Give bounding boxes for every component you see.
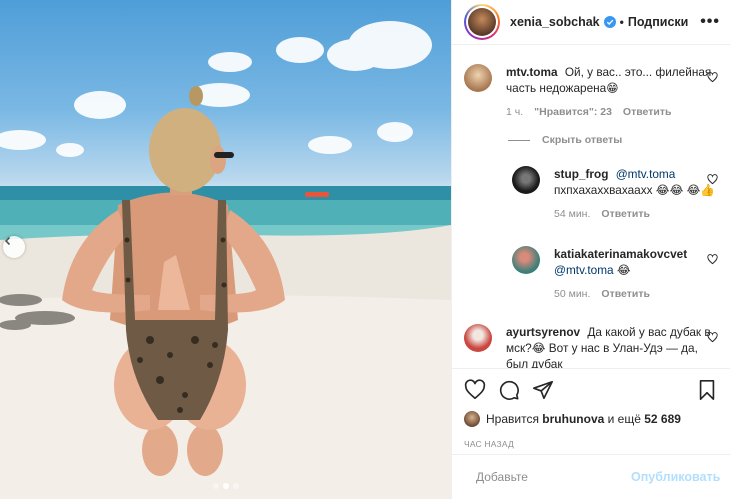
comment-input[interactable]	[476, 470, 631, 484]
hide-replies-label: Скрыть ответы	[542, 134, 623, 146]
following-button[interactable]: Подписки	[628, 15, 689, 29]
likes-prefix: Нравится	[486, 412, 539, 426]
comment-reply-button[interactable]: Ответить	[623, 104, 672, 120]
reply-meta: 50 мин. Ответить	[554, 286, 722, 302]
reply-avatar[interactable]	[512, 246, 540, 274]
likes-count[interactable]: 52 689	[644, 412, 681, 426]
bookmark-icon[interactable]	[696, 379, 718, 401]
likes-middle: и ещё	[607, 412, 641, 426]
reply-text: пхпхахаххвахааxx 😂😂 😂👍	[554, 183, 716, 197]
hide-replies-button[interactable]: Скрыть ответы	[508, 134, 622, 146]
reply-reply-button[interactable]: Ответить	[601, 286, 650, 302]
comment-item: ayurtsyrenov Да какой у вас дубак в мск?…	[464, 324, 722, 368]
carousel-dot	[232, 483, 239, 489]
chevron-left-icon	[4, 236, 11, 246]
boat	[305, 192, 329, 197]
post-time-ago[interactable]: ЧАС НАЗАД	[452, 427, 730, 449]
reply-avatar[interactable]	[512, 166, 540, 194]
comment-bubble-icon[interactable]	[498, 379, 520, 401]
reply-mention[interactable]: @mtv.toma	[554, 263, 614, 277]
reply-item: katiakaterinamakovcvet @mtv.toma 😂 50 ми…	[512, 246, 722, 302]
carousel-dot	[212, 483, 219, 489]
reply-username[interactable]: stup_frog	[554, 167, 608, 181]
add-comment-bar: Опубликовать	[452, 454, 730, 499]
comment-username[interactable]: mtv.toma	[506, 65, 558, 79]
reply-mention[interactable]: @mtv.toma	[616, 167, 676, 181]
beach-photo-illustration	[0, 21, 451, 499]
comment-item: mtv.toma Ой, у вас.. это... филейная час…	[464, 64, 722, 120]
author-username[interactable]: xenia_sobchak	[510, 15, 600, 29]
share-paper-plane-icon[interactable]	[532, 379, 554, 401]
likes-summary: Нравится bruhunova и ещё 52 689	[452, 411, 730, 427]
comment-avatar[interactable]	[464, 324, 492, 352]
publish-button[interactable]: Опубликовать	[631, 470, 720, 484]
post-header: xenia_sobchak • Подписки •••	[452, 0, 730, 45]
liker-username[interactable]: bruhunova	[542, 412, 604, 426]
comments-list[interactable]: mtv.toma Ой, у вас.. это... филейная час…	[452, 46, 730, 368]
post-photo[interactable]	[0, 0, 451, 499]
like-heart-icon[interactable]	[464, 379, 486, 401]
more-options-button[interactable]: •••	[700, 13, 720, 31]
action-bar	[452, 369, 730, 411]
reply-item: stup_frog @mtv.toma пхпхахаххвахааxx 😂😂 …	[512, 166, 722, 222]
comment-time[interactable]: 1 ч.	[506, 104, 523, 120]
comment-like-heart-icon[interactable]	[707, 332, 718, 343]
reply-username[interactable]: katiakaterinamakovcvet	[554, 247, 687, 261]
reply-like-heart-icon[interactable]	[707, 174, 718, 185]
comment-avatar[interactable]	[464, 64, 492, 92]
comment-likes[interactable]: "Нравится": 23	[534, 104, 612, 120]
header-separator: •	[619, 15, 624, 29]
author-avatar[interactable]	[464, 4, 500, 40]
reply-meta: 54 мин. Ответить	[554, 206, 722, 222]
post-side-panel: xenia_sobchak • Подписки ••• mtv.toma Ой…	[451, 0, 730, 499]
reply-reply-button[interactable]: Ответить	[601, 206, 650, 222]
post-actions-area: Нравится bruhunova и ещё 52 689 ЧАС НАЗА…	[452, 368, 730, 449]
previous-photo-button[interactable]	[3, 236, 25, 258]
carousel-indicator	[0, 483, 451, 489]
comment-meta: 1 ч. "Нравится": 23 Ответить	[506, 104, 722, 120]
carousel-dot-active	[222, 483, 229, 489]
comment-like-heart-icon[interactable]	[707, 72, 718, 83]
reply-text: 😂	[616, 263, 631, 277]
reply-time[interactable]: 50 мин.	[554, 286, 590, 302]
reply-time[interactable]: 54 мин.	[554, 206, 590, 222]
instagram-post: xenia_sobchak • Подписки ••• mtv.toma Ой…	[0, 0, 730, 499]
verified-badge-icon	[603, 16, 616, 28]
reply-like-heart-icon[interactable]	[707, 254, 718, 265]
liker-avatar[interactable]	[464, 411, 480, 427]
comment-username[interactable]: ayurtsyrenov	[506, 325, 580, 339]
